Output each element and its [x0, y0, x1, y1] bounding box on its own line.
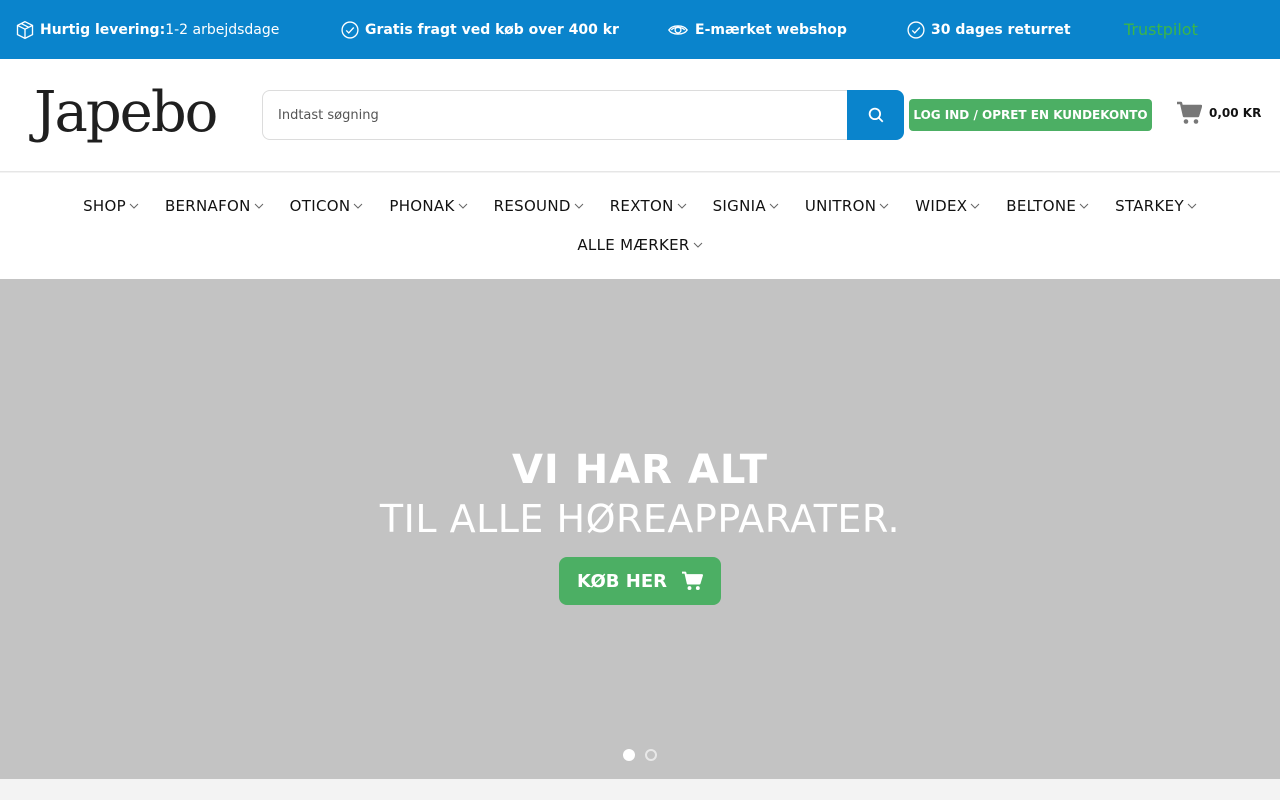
slider-dots	[623, 749, 667, 761]
search-button[interactable]	[847, 90, 904, 140]
cart-icon	[681, 571, 703, 590]
free-shipping-info: Gratis fragt ved køb over 400 kr	[340, 0, 619, 59]
nav-item-starkey[interactable]: STARKEY	[1102, 194, 1210, 218]
chevron-down-icon	[1079, 203, 1089, 209]
free-shipping-label: Gratis fragt ved køb over 400 kr	[365, 21, 619, 38]
chevron-down-icon	[1187, 203, 1197, 209]
nav-item-bernafon[interactable]: BERNAFON	[152, 194, 277, 218]
e-maerket-label: E-mærket webshop	[695, 21, 847, 38]
search-bar	[262, 90, 904, 140]
check-circle-icon	[907, 20, 925, 39]
top-info-bar: Hurtig levering: 1-2 arbejdsdage Gratis …	[0, 0, 1280, 59]
nav-item-label: SHOP	[83, 197, 126, 215]
chevron-down-icon	[574, 203, 584, 209]
nav-item-shop[interactable]: SHOP	[70, 194, 152, 218]
nav-item-widex[interactable]: WIDEX	[902, 194, 993, 218]
nav-item-oticon[interactable]: OTICON	[277, 194, 377, 218]
nav-item-phonak[interactable]: PHONAK	[376, 194, 480, 218]
site-header: Japebo LOG IND / OPRET EN KUNDEKONTO 0,0…	[0, 59, 1280, 172]
fast-delivery-info: Hurtig levering: 1-2 arbejdsdage	[15, 0, 279, 59]
nav-item-label: UNITRON	[804, 197, 877, 215]
nav-item-label: STARKEY	[1115, 197, 1184, 215]
return-policy-info: 30 dages returret	[906, 0, 1071, 59]
search-icon	[868, 107, 883, 123]
nav-item-label: REXTON	[609, 197, 674, 215]
nav-item-signia[interactable]: SIGNIA	[700, 194, 792, 218]
nav-item-label: OTICON	[289, 197, 351, 215]
cart-icon	[1177, 101, 1202, 124]
nav-row: ALLE MÆRKER	[0, 233, 1280, 257]
nav-item-label: RESOUND	[493, 197, 571, 215]
nav-item-label: BERNAFON	[164, 197, 251, 215]
buy-here-button[interactable]: KØB HER	[559, 557, 721, 605]
chevron-down-icon	[129, 203, 139, 209]
slider-dot-active[interactable]	[623, 749, 635, 761]
main-navigation: SHOP BERNAFON OTICON PHONAK RESOUND REXT…	[0, 173, 1280, 279]
chevron-down-icon	[693, 242, 702, 248]
nav-item-beltone[interactable]: BELTONE	[993, 194, 1102, 218]
fast-delivery-text: 1-2 arbejdsdage	[165, 21, 280, 38]
eye-icon	[668, 24, 688, 35]
cart-amount: 0,00 KR	[1209, 106, 1262, 120]
chevron-down-icon	[970, 203, 980, 209]
nav-item-resound[interactable]: RESOUND	[481, 194, 597, 218]
nav-item-rexton[interactable]: REXTON	[597, 194, 700, 218]
return-policy-label: 30 dages returret	[931, 21, 1071, 38]
buy-here-label: KØB HER	[577, 570, 667, 592]
chevron-down-icon	[254, 203, 264, 209]
cart-button[interactable]: 0,00 KR	[1176, 101, 1261, 125]
nav-item-label: WIDEX	[915, 197, 968, 215]
chevron-down-icon	[354, 203, 363, 209]
hero-title: VI HAR ALT	[511, 447, 769, 493]
nav-row: SHOP BERNAFON OTICON PHONAK RESOUND REXT…	[0, 194, 1280, 218]
box-icon	[16, 20, 34, 39]
check-circle-icon	[341, 20, 359, 39]
hero-subtitle: TIL ALLE HØREAPPARATER.	[379, 497, 901, 541]
hero-banner: VI HAR ALT TIL ALLE HØREAPPARATER. KØB H…	[0, 279, 1280, 779]
nav-item-label: ALLE MÆRKER	[577, 236, 690, 254]
trustpilot-link[interactable]: Trustpilot	[1124, 0, 1198, 59]
slider-dot[interactable]	[645, 749, 657, 761]
login-register-button[interactable]: LOG IND / OPRET EN KUNDEKONTO	[909, 99, 1152, 131]
search-input[interactable]	[262, 90, 848, 140]
nav-item-unitron[interactable]: UNITRON	[792, 194, 902, 218]
chevron-down-icon	[458, 203, 467, 209]
chevron-down-icon	[677, 203, 686, 209]
chevron-down-icon	[879, 203, 889, 209]
fast-delivery-label: Hurtig levering:	[40, 21, 166, 38]
nav-item-label: PHONAK	[389, 197, 455, 215]
nav-item-label: SIGNIA	[712, 197, 766, 215]
chevron-down-icon	[769, 203, 779, 209]
site-logo[interactable]: Japebo	[34, 81, 218, 145]
nav-item-label: BELTONE	[1006, 197, 1077, 215]
nav-item-all-brands[interactable]: ALLE MÆRKER	[564, 233, 715, 257]
e-maerket-info: E-mærket webshop	[666, 0, 847, 59]
